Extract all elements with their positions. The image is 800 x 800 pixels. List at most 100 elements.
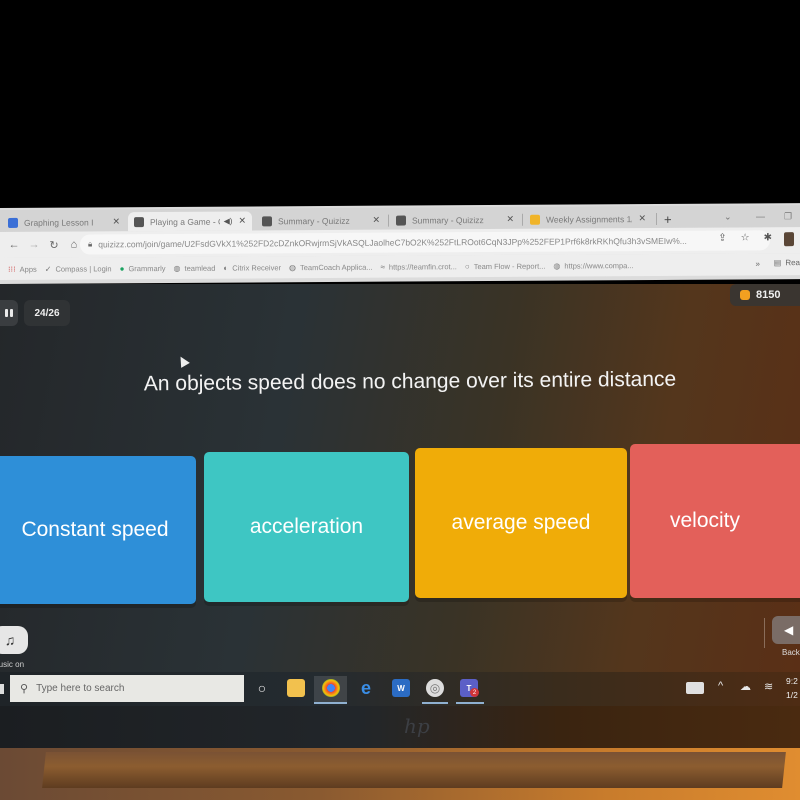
bookmark-teamlead[interactable]: ◍ teamlead: [174, 263, 216, 272]
bookmark-compa[interactable]: ◍ https://www.compa...: [553, 261, 633, 270]
reading-list-button[interactable]: ▤ Rea: [774, 258, 800, 267]
speaker-icon[interactable]: ◀): [224, 217, 233, 226]
answer-options: Constant speed acceleration average spee…: [0, 444, 800, 610]
extensions-puzzle-icon[interactable]: ✱: [764, 232, 772, 243]
close-icon[interactable]: ✕: [632, 213, 646, 224]
tab-search-chevron-icon[interactable]: ⌄: [724, 212, 732, 223]
windows-taskbar: ⚲ Type here to search ○ e W ◎ T 2 ^ ☁ ≋ …: [0, 672, 800, 706]
globe-icon: ◍: [553, 261, 561, 271]
hp-logo-icon: hp: [404, 714, 430, 738]
citrix-icon: ◐: [223, 263, 229, 273]
internet-explorer-icon[interactable]: e: [357, 678, 375, 698]
reload-icon[interactable]: ↻: [48, 238, 60, 251]
globe-icon: ◍: [173, 263, 181, 273]
google-slides-icon: [530, 214, 540, 225]
news-widget-icon[interactable]: [686, 682, 704, 694]
forward-arrow-icon[interactable]: →: [28, 239, 40, 251]
apps-grid-icon: ⁝⁝⁝: [8, 264, 16, 274]
music-label: Music on: [0, 660, 25, 669]
bookmark-apps[interactable]: ⁝⁝⁝ Apps: [8, 264, 37, 273]
divider: [764, 618, 765, 648]
tab-summary-2[interactable]: Summary - Quizizz ✕: [390, 210, 520, 230]
music-note-icon: ♫: [4, 632, 16, 648]
back-arrow-icon[interactable]: ←: [8, 239, 20, 251]
running-indicator: [314, 702, 347, 704]
bookmark-teamcoach[interactable]: ◍ TeamCoach Applica...: [289, 262, 373, 272]
laptop-body: [0, 748, 800, 800]
share-icon[interactable]: ⇪: [718, 233, 726, 244]
profile-avatar[interactable]: [784, 232, 794, 247]
minimize-icon[interactable]: —: [756, 211, 765, 221]
chrome-icon[interactable]: [322, 679, 340, 697]
grammarly-icon: ●: [119, 263, 125, 273]
address-bar[interactable]: 🔒︎ quizizz.com/join/game/U2FsdGVkX1%252F…: [80, 230, 770, 255]
file-explorer-icon[interactable]: [287, 679, 305, 697]
answer-option-2[interactable]: acceleration: [204, 452, 409, 602]
tab-separator: [656, 212, 657, 225]
laptop-bezel: hp: [0, 706, 800, 748]
answer-option-4[interactable]: velocity: [630, 444, 800, 598]
pause-button[interactable]: [0, 300, 18, 326]
onedrive-cloud-icon[interactable]: ☁: [740, 680, 751, 693]
score-value: 8150: [756, 289, 781, 301]
answer-option-3[interactable]: average speed: [415, 448, 627, 598]
lock-icon: 🔒︎: [88, 239, 93, 249]
cortana-icon[interactable]: ○: [253, 679, 271, 697]
bookmark-teamflow[interactable]: ○ Team Flow - Report...: [465, 261, 546, 270]
pause-icon: [5, 309, 13, 317]
quizizz-icon: [134, 216, 144, 227]
bookmark-compass[interactable]: ✓ Compass | Login: [45, 264, 112, 273]
close-icon[interactable]: ✕: [232, 215, 246, 226]
close-icon[interactable]: ✕: [500, 214, 514, 225]
triangle-left-icon: ◀: [784, 623, 794, 637]
tab-weekly-assignments[interactable]: Weekly Assignments 1/2 ✕: [524, 209, 652, 229]
google-classroom-icon: [8, 217, 18, 228]
search-icon: ⚲: [20, 683, 29, 695]
citrix-workspace-icon[interactable]: ◎: [426, 679, 444, 697]
bookmarks-bar: ⁝⁝⁝ Apps ✓ Compass | Login ● Grammarly ◍ tea…: [0, 253, 800, 280]
tab-playing-game[interactable]: Playing a Game - Qu ◀) ✕: [128, 211, 252, 232]
link-icon: ≈: [380, 262, 385, 272]
answer-option-1[interactable]: Constant speed: [0, 456, 196, 604]
browser-window: Graphing Lesson I ✕ Playing a Game - Qu …: [0, 203, 800, 284]
close-icon[interactable]: ✕: [106, 216, 120, 227]
new-tab-button[interactable]: +: [664, 212, 672, 227]
close-icon[interactable]: ✕: [366, 215, 380, 226]
tab-separator: [388, 214, 389, 227]
wifi-icon[interactable]: ≋: [764, 680, 773, 693]
restore-icon[interactable]: ❐: [784, 211, 792, 222]
mouse-cursor-icon: [176, 354, 190, 368]
teamflow-icon: ○: [464, 261, 470, 271]
running-indicator: [456, 702, 484, 704]
show-hidden-icons-chevron-icon[interactable]: ^: [718, 680, 723, 692]
bookmark-citrix[interactable]: ◐ Citrix Receiver: [223, 263, 281, 272]
bookmark-grammarly[interactable]: ● Grammarly: [120, 263, 166, 272]
bookmark-star-icon[interactable]: ☆: [741, 232, 750, 243]
back-button[interactable]: ◀: [772, 616, 800, 644]
tab-graphing-lesson[interactable]: Graphing Lesson I ✕: [2, 212, 126, 232]
tab-separator: [522, 213, 523, 226]
start-button[interactable]: [0, 684, 4, 694]
word-icon[interactable]: W: [392, 679, 410, 697]
running-indicator: [422, 702, 448, 704]
teams-notification-badge: 2: [470, 688, 479, 697]
music-toggle-button[interactable]: ♫: [0, 626, 28, 654]
system-clock[interactable]: 9:2 1/2: [786, 674, 798, 702]
back-label: Back: [782, 648, 800, 657]
reading-list-icon: ▤: [773, 258, 782, 268]
url-text: quizizz.com/join/game/U2FsdGVkX1%252FD2c…: [98, 235, 687, 250]
clock-date: 1/2: [786, 690, 798, 700]
globe-icon: ◍: [289, 262, 296, 272]
quizizz-icon: [262, 215, 272, 226]
home-icon[interactable]: ⌂: [68, 239, 80, 251]
laptop-hinge: [42, 752, 786, 788]
bookmark-teamfin[interactable]: ≈ https://teamfin.crot...: [381, 262, 457, 271]
clock-time: 9:2: [786, 676, 798, 686]
compass-icon: ✓: [44, 264, 52, 274]
quizizz-icon: [396, 215, 406, 226]
tab-summary-1[interactable]: Summary - Quizizz ✕: [256, 211, 386, 231]
bookmarks-overflow-button[interactable]: »: [756, 259, 760, 268]
photo-background: [0, 0, 800, 208]
quiz-game-area: 24/26 8150 An objects speed does no chan…: [0, 284, 800, 672]
taskbar-search-input[interactable]: ⚲ Type here to search: [10, 675, 244, 702]
